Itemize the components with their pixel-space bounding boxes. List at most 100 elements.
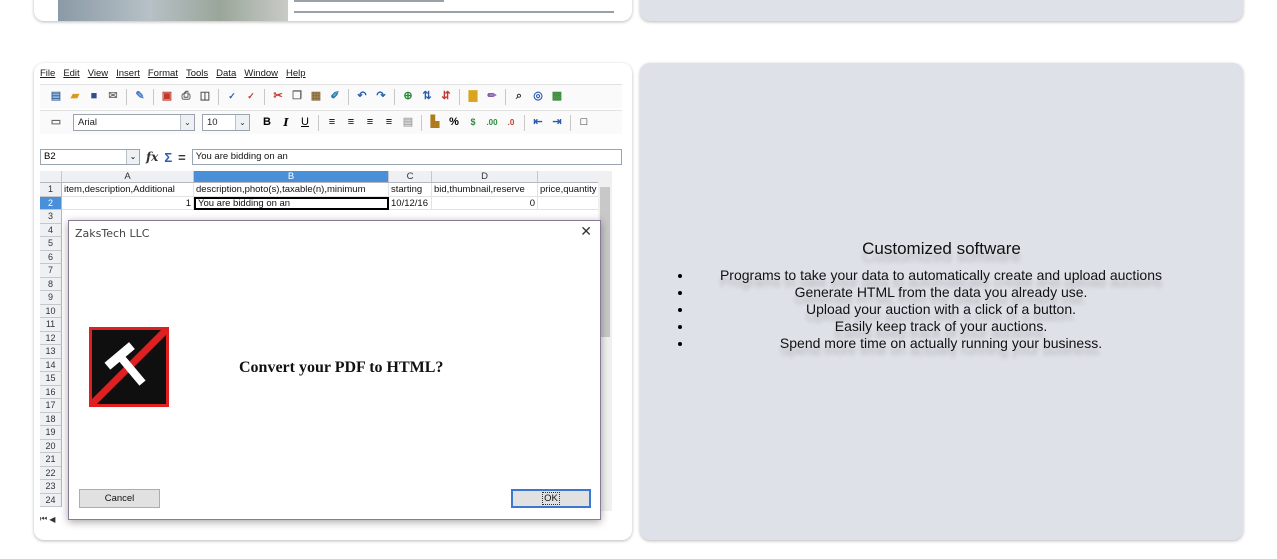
sort-ascending-icon[interactable]: ⇅ [419,89,435,105]
column-header-b[interactable]: B [194,171,389,183]
grid-cell[interactable]: description,photo(s),taxable(n),minimum [194,183,389,197]
align-center-icon[interactable]: ≡ [343,115,359,131]
menu-format[interactable]: Format [148,68,178,82]
draw-functions-icon[interactable]: ✏ [484,89,500,105]
formula-input[interactable]: You are bidding on an [191,149,622,165]
ok-button[interactable]: OK [511,489,591,508]
copy-icon[interactable]: ❐ [289,89,305,105]
menu-view[interactable]: View [88,68,108,82]
row-header[interactable]: 5 [40,237,62,251]
scrollbar-thumb[interactable] [600,187,610,337]
autospell-icon[interactable]: ✓ [243,89,259,105]
column-header-e[interactable] [538,171,604,183]
export-pdf-icon[interactable]: ▣ [159,89,175,105]
function-wizard-icon[interactable]: fx [146,150,158,164]
row-header[interactable]: 23 [40,480,62,494]
font-name-box[interactable]: Arial ⌄ [73,114,195,131]
align-left-icon[interactable]: ≡ [324,115,340,131]
row-header[interactable]: 6 [40,250,62,264]
sort-descending-icon[interactable]: ⇵ [438,89,454,105]
row-header[interactable]: 21 [40,453,62,467]
row-header[interactable]: 2 [40,196,62,210]
row-header[interactable]: 7 [40,264,62,278]
paste-icon[interactable]: ▦ [308,89,324,105]
find-replace-icon[interactable]: ⌕ [511,89,527,105]
menu-insert[interactable]: Insert [116,68,140,82]
active-cell[interactable]: You are bidding on an [194,196,389,210]
row-header[interactable]: 13 [40,345,62,359]
print-preview-icon[interactable]: ◫ [197,89,213,105]
row-header[interactable]: 4 [40,223,62,237]
remove-decimal-icon[interactable]: .0 [503,115,519,131]
new-document-icon[interactable]: ▤ [48,89,64,105]
grid-cell[interactable]: price,quantity [538,183,604,197]
row-header[interactable]: 15 [40,372,62,386]
grid-cell[interactable]: bid,thumbnail,reserve [432,183,538,197]
cancel-button[interactable]: Cancel [79,489,160,508]
first-sheet-icon[interactable]: ⏮ [40,514,47,524]
menu-tools[interactable]: Tools [186,68,208,82]
decrease-indent-icon[interactable]: ⇤ [530,115,546,131]
grid-cell[interactable]: item,description,Additional [62,183,194,197]
email-icon[interactable]: ✉ [105,89,121,105]
gallery-icon[interactable]: ▩ [549,89,565,105]
row-header[interactable]: 17 [40,399,62,413]
menu-help[interactable]: Help [286,68,306,82]
row-header[interactable]: 12 [40,331,62,345]
column-header-c[interactable]: C [389,171,432,183]
open-folder-icon[interactable]: ▰ [67,89,83,105]
grid-cell[interactable]: 1 [62,196,194,210]
italic-icon[interactable]: I [278,115,294,131]
menu-file[interactable]: File [40,68,55,82]
increase-indent-icon[interactable]: ⇥ [549,115,565,131]
row-header[interactable]: 11 [40,318,62,332]
chevron-down-icon[interactable]: ⌄ [180,115,194,130]
grid-cell[interactable]: starting [389,183,432,197]
styles-icon[interactable]: ▭ [48,115,64,131]
row-header[interactable]: 22 [40,466,62,480]
sum-icon[interactable]: Σ [164,150,172,165]
print-icon[interactable]: ⎙ [178,89,194,105]
justify-icon[interactable]: ≡ [381,115,397,131]
corner-cell[interactable] [40,171,62,183]
chevron-down-icon[interactable]: ⌄ [126,150,139,164]
row-header[interactable]: 9 [40,291,62,305]
column-header-a[interactable]: A [62,171,194,183]
row-header[interactable]: 18 [40,412,62,426]
standard-format-icon[interactable]: $ [465,115,481,131]
chart-icon[interactable]: ▇ [465,89,481,105]
grid-cell[interactable] [538,196,604,210]
borders-icon[interactable]: □ [576,115,592,131]
percent-icon[interactable]: % [446,115,462,131]
font-size-box[interactable]: 10 ⌄ [202,114,250,131]
navigator-icon[interactable]: ◎ [530,89,546,105]
merge-cells-icon[interactable]: ▤ [400,115,416,131]
row-header[interactable]: 20 [40,439,62,453]
undo-icon[interactable]: ↶ [354,89,370,105]
edit-file-icon[interactable]: ✎ [132,89,148,105]
menu-edit[interactable]: Edit [63,68,79,82]
row-header[interactable]: 8 [40,277,62,291]
row-header[interactable]: 10 [40,304,62,318]
grid-cell[interactable]: 0 [432,196,538,210]
grid-cell[interactable]: 10/12/16 [389,196,432,210]
row-header[interactable]: 3 [40,210,62,224]
bold-icon[interactable]: B [259,115,275,131]
close-icon[interactable]: ✕ [580,223,592,240]
chevron-down-icon[interactable]: ⌄ [235,115,249,130]
hyperlink-icon[interactable]: ⊕ [400,89,416,105]
menu-window[interactable]: Window [244,68,278,82]
name-box[interactable]: B2 ⌄ [40,149,140,165]
function-icon[interactable]: = [178,150,186,165]
cut-icon[interactable]: ✂ [270,89,286,105]
previous-sheet-icon[interactable]: ◀ [49,515,55,524]
underline-icon[interactable]: U [297,115,313,131]
spellcheck-icon[interactable]: ✓ [224,89,240,105]
row-header[interactable]: 14 [40,358,62,372]
redo-icon[interactable]: ↷ [373,89,389,105]
row-header[interactable]: 16 [40,385,62,399]
currency-icon[interactable]: ▙ [427,115,443,131]
save-icon[interactable]: ■ [86,89,102,105]
column-header-d[interactable]: D [432,171,538,183]
add-decimal-icon[interactable]: .00 [484,115,500,131]
